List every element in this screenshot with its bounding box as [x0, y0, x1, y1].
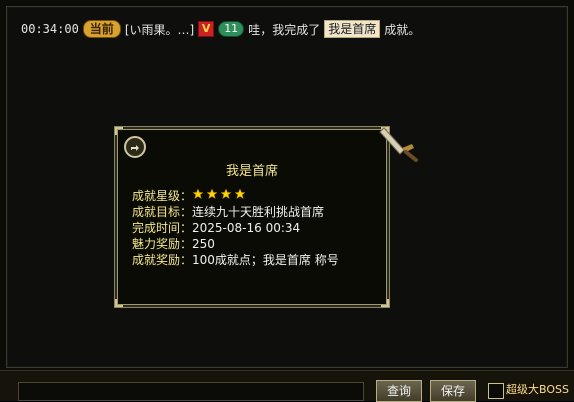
tooltip-corner-bl	[115, 299, 123, 307]
star-rating	[192, 188, 246, 204]
message-prefix: 哇，我完成了	[248, 22, 321, 37]
goal-label: 成就目标：	[132, 205, 193, 219]
achievement-link[interactable]: 我是首席	[324, 20, 381, 38]
super-boss-checkbox[interactable]	[488, 383, 504, 399]
star-icon	[234, 188, 246, 200]
row-star-level: 成就星级：	[132, 188, 246, 204]
level-badge: 11	[218, 21, 245, 37]
share-button[interactable]	[124, 136, 146, 158]
query-button[interactable]: 查询	[376, 380, 422, 402]
achievement-reward-value: 100成就点；我是首席 称号	[192, 253, 339, 267]
game-chat-screen: 00:34:00 当前 [い雨果。…] V 11 哇，我完成了 我是首席 成就。	[0, 0, 574, 402]
player-name[interactable]: [い雨果。…]	[125, 21, 194, 38]
chat-time: 00:34:00	[21, 22, 79, 36]
charm-reward-label: 魅力奖励：	[132, 237, 193, 251]
chat-message: 00:34:00 当前 [い雨果。…] V 11 哇，我完成了 我是首席 成就。	[21, 19, 420, 39]
star-icon	[206, 188, 218, 200]
vip-badge: V	[198, 21, 215, 37]
message-suffix: 成就。	[384, 22, 421, 37]
chat-panel: 00:34:00 当前 [い雨果。…] V 11 哇，我完成了 我是首席 成就。	[6, 6, 568, 368]
tooltip-corner-br	[381, 299, 389, 307]
row-achievement-reward: 成就奖励： 100成就点；我是首席 称号	[132, 252, 339, 268]
channel-badge[interactable]: 当前	[82, 20, 121, 38]
charm-reward-value: 250	[192, 237, 215, 251]
sword-icon	[379, 127, 418, 162]
star-icon	[192, 188, 204, 200]
chat-input[interactable]	[18, 382, 364, 401]
save-button[interactable]: 保存	[430, 380, 476, 402]
tooltip-corner-tl	[115, 127, 123, 135]
completed-time-label: 完成时间：	[132, 221, 193, 235]
achievement-tooltip: 我是首席 成就星级： 成就目标： 连续九十天胜利挑战首席 完成时间： 2025-…	[115, 127, 418, 307]
completed-time-value: 2025-08-16 00:34	[192, 221, 301, 235]
goal-value: 连续九十天胜利挑战首席	[192, 205, 325, 219]
tooltip-title: 我是首席	[225, 164, 278, 179]
row-goal: 成就目标： 连续九十天胜利挑战首席	[132, 204, 324, 220]
star-icon	[220, 188, 232, 200]
star-level-label: 成就星级：	[132, 189, 193, 203]
row-charm-reward: 魅力奖励： 250	[132, 236, 215, 252]
row-completed-time: 完成时间： 2025-08-16 00:34	[132, 220, 300, 236]
achievement-reward-label: 成就奖励：	[132, 253, 193, 267]
chat-input-bar: 查询 保存 超级大BOSS	[0, 370, 574, 402]
share-arrow-icon	[131, 145, 139, 151]
super-boss-label: 超级大BOSS	[506, 383, 569, 396]
